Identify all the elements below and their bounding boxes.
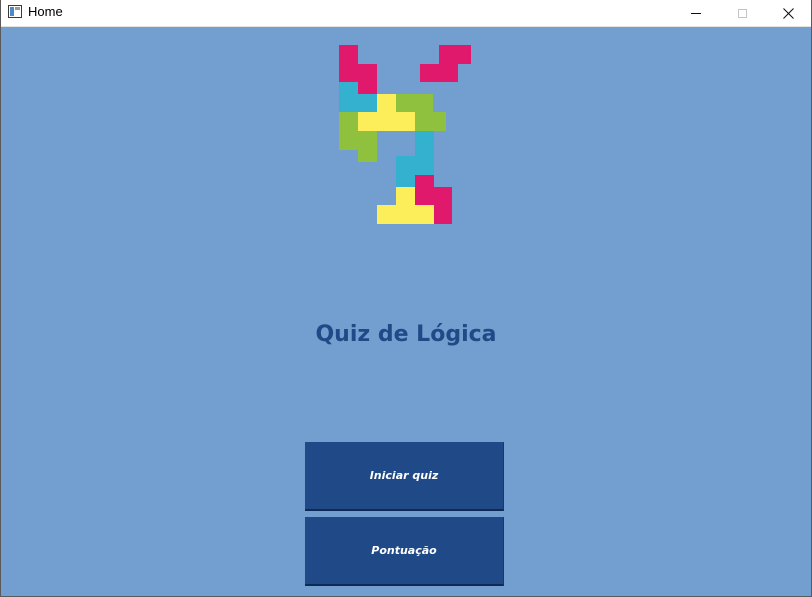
score-button[interactable]: Pontuação xyxy=(305,517,504,586)
logo-piece-magenta-bottom-right xyxy=(434,187,452,224)
page-title: Quiz de Lógica xyxy=(315,322,497,347)
logo-piece-magenta-bottom-mid xyxy=(415,187,434,205)
logo-piece-yellow-middle-top xyxy=(377,94,396,112)
logo-piece-yellow-bottom xyxy=(377,205,434,224)
start-quiz-button[interactable]: Iniciar quiz xyxy=(305,442,504,511)
logo-piece-magenta-top-right xyxy=(439,45,471,64)
logo-piece-cyan-left xyxy=(339,82,358,112)
logo-piece-magenta-top-right-lower xyxy=(420,64,458,82)
logo-piece-green-right xyxy=(396,94,433,112)
logo-piece-magenta-top-left xyxy=(339,45,358,82)
logo-piece-green-right-lower xyxy=(415,112,446,131)
logo-piece-magenta-bottom xyxy=(415,175,434,187)
logo-piece-cyan-right xyxy=(415,131,434,175)
logo-piece-cyan-right-left xyxy=(396,156,415,187)
tetromino-stack-logo xyxy=(339,45,471,224)
logo-piece-yellow-middle xyxy=(358,112,415,131)
logo-piece-cyan-left-right xyxy=(358,94,377,112)
logo-piece-magenta-top-left-lower xyxy=(358,64,377,94)
logo-piece-green-left-lower xyxy=(358,131,377,162)
logo-piece-yellow-bottom-top xyxy=(396,187,415,205)
app-window: Home Quiz de Lógica Iniciar quiz Pontuaç… xyxy=(0,0,812,597)
logo-piece-green-left xyxy=(339,112,358,150)
